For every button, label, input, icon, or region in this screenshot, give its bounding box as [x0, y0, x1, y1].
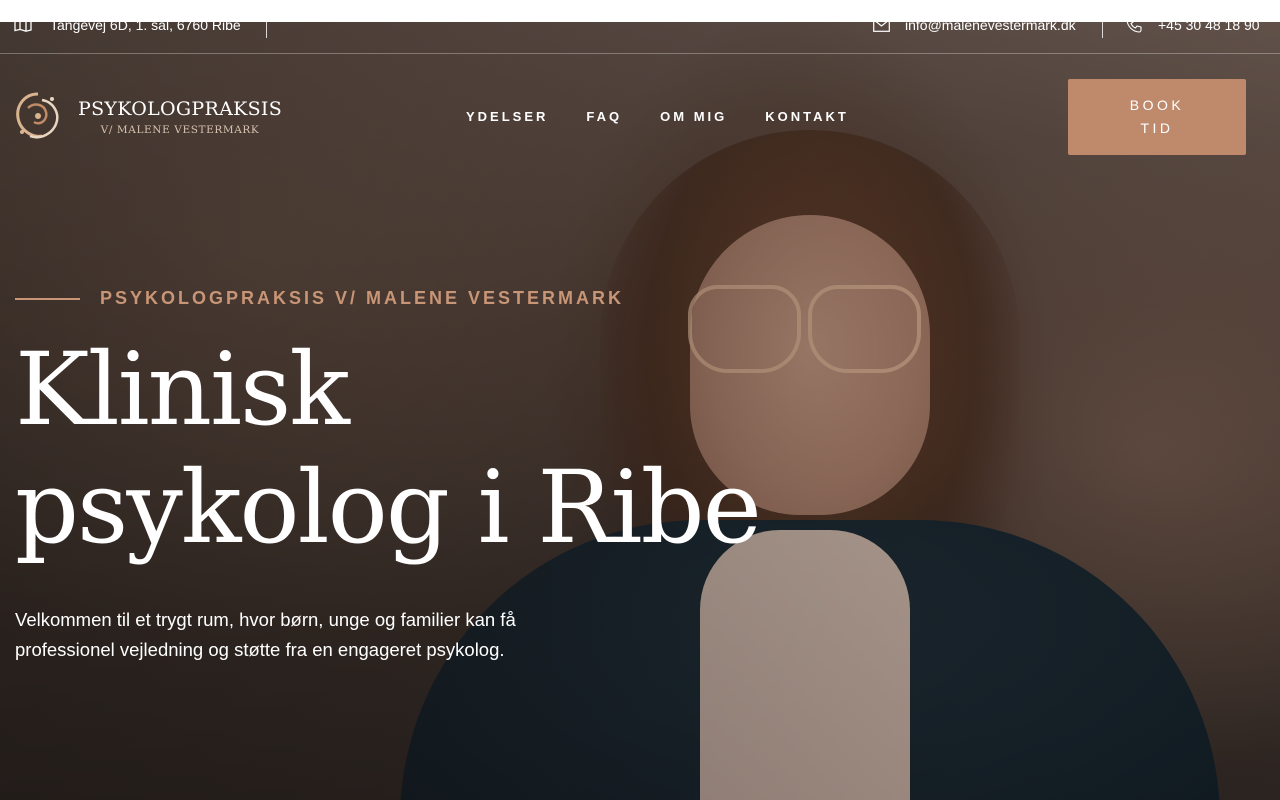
- main-nav: YDELSER FAQ OM MIG KONTAKT: [466, 109, 887, 124]
- topbar-divider: [266, 18, 267, 38]
- nav-item-ydelser[interactable]: YDELSER: [466, 109, 548, 124]
- logo-name: PSYKOLOGPRAKSIS: [78, 98, 283, 120]
- hero-headline: Klinisk psykolog i Ribe: [15, 331, 762, 566]
- map-icon: [14, 18, 32, 32]
- mail-icon: [873, 18, 890, 32]
- hero-kicker-row: PSYKOLOGPRAKSIS V/ MALENE VESTERMARK: [15, 288, 815, 309]
- logo-subtitle: V/ MALENE VESTERMARK: [100, 124, 260, 136]
- nav-item-om-mig[interactable]: OM MIG: [660, 109, 727, 124]
- site-header: PSYKOLOGPRAKSIS V/ MALENE VESTERMARK YDE…: [0, 54, 1280, 180]
- hero-content: PSYKOLOGPRAKSIS V/ MALENE VESTERMARK Kli…: [15, 288, 815, 684]
- hero-kicker: PSYKOLOGPRAKSIS V/ MALENE VESTERMARK: [100, 288, 625, 308]
- phone-link[interactable]: +45 30 48 18 90: [1158, 17, 1260, 33]
- topbar-divider: [1102, 18, 1103, 38]
- book-tid-button[interactable]: BOOK TID: [1068, 79, 1246, 155]
- email-link[interactable]: info@malenevestermark.dk: [905, 17, 1076, 33]
- top-info-bar: Tangevej 6D, 1. sal, 6760 Ribe info@male…: [0, 0, 1280, 54]
- address-info: Tangevej 6D, 1. sal, 6760 Ribe: [14, 17, 241, 33]
- site-logo[interactable]: PSYKOLOGPRAKSIS V/ MALENE VESTERMARK: [12, 90, 282, 144]
- kicker-divider-line: [15, 297, 80, 300]
- address-text: Tangevej 6D, 1. sal, 6760 Ribe: [50, 17, 241, 33]
- hero-intro-text: Velkommen til et trygt rum, hvor børn, u…: [15, 609, 516, 660]
- phone-info: +45 30 48 18 90: [1126, 17, 1260, 33]
- phone-icon: [1126, 17, 1142, 33]
- nav-item-faq[interactable]: FAQ: [586, 109, 622, 124]
- email-info: info@malenevestermark.dk: [873, 17, 1076, 33]
- page: Tangevej 6D, 1. sal, 6760 Ribe info@male…: [0, 0, 1280, 800]
- logo-mark-icon: [16, 92, 59, 139]
- logo-text: PSYKOLOGPRAKSIS V/ MALENE VESTERMARK: [78, 98, 282, 136]
- nav-item-kontakt[interactable]: KONTAKT: [765, 109, 849, 124]
